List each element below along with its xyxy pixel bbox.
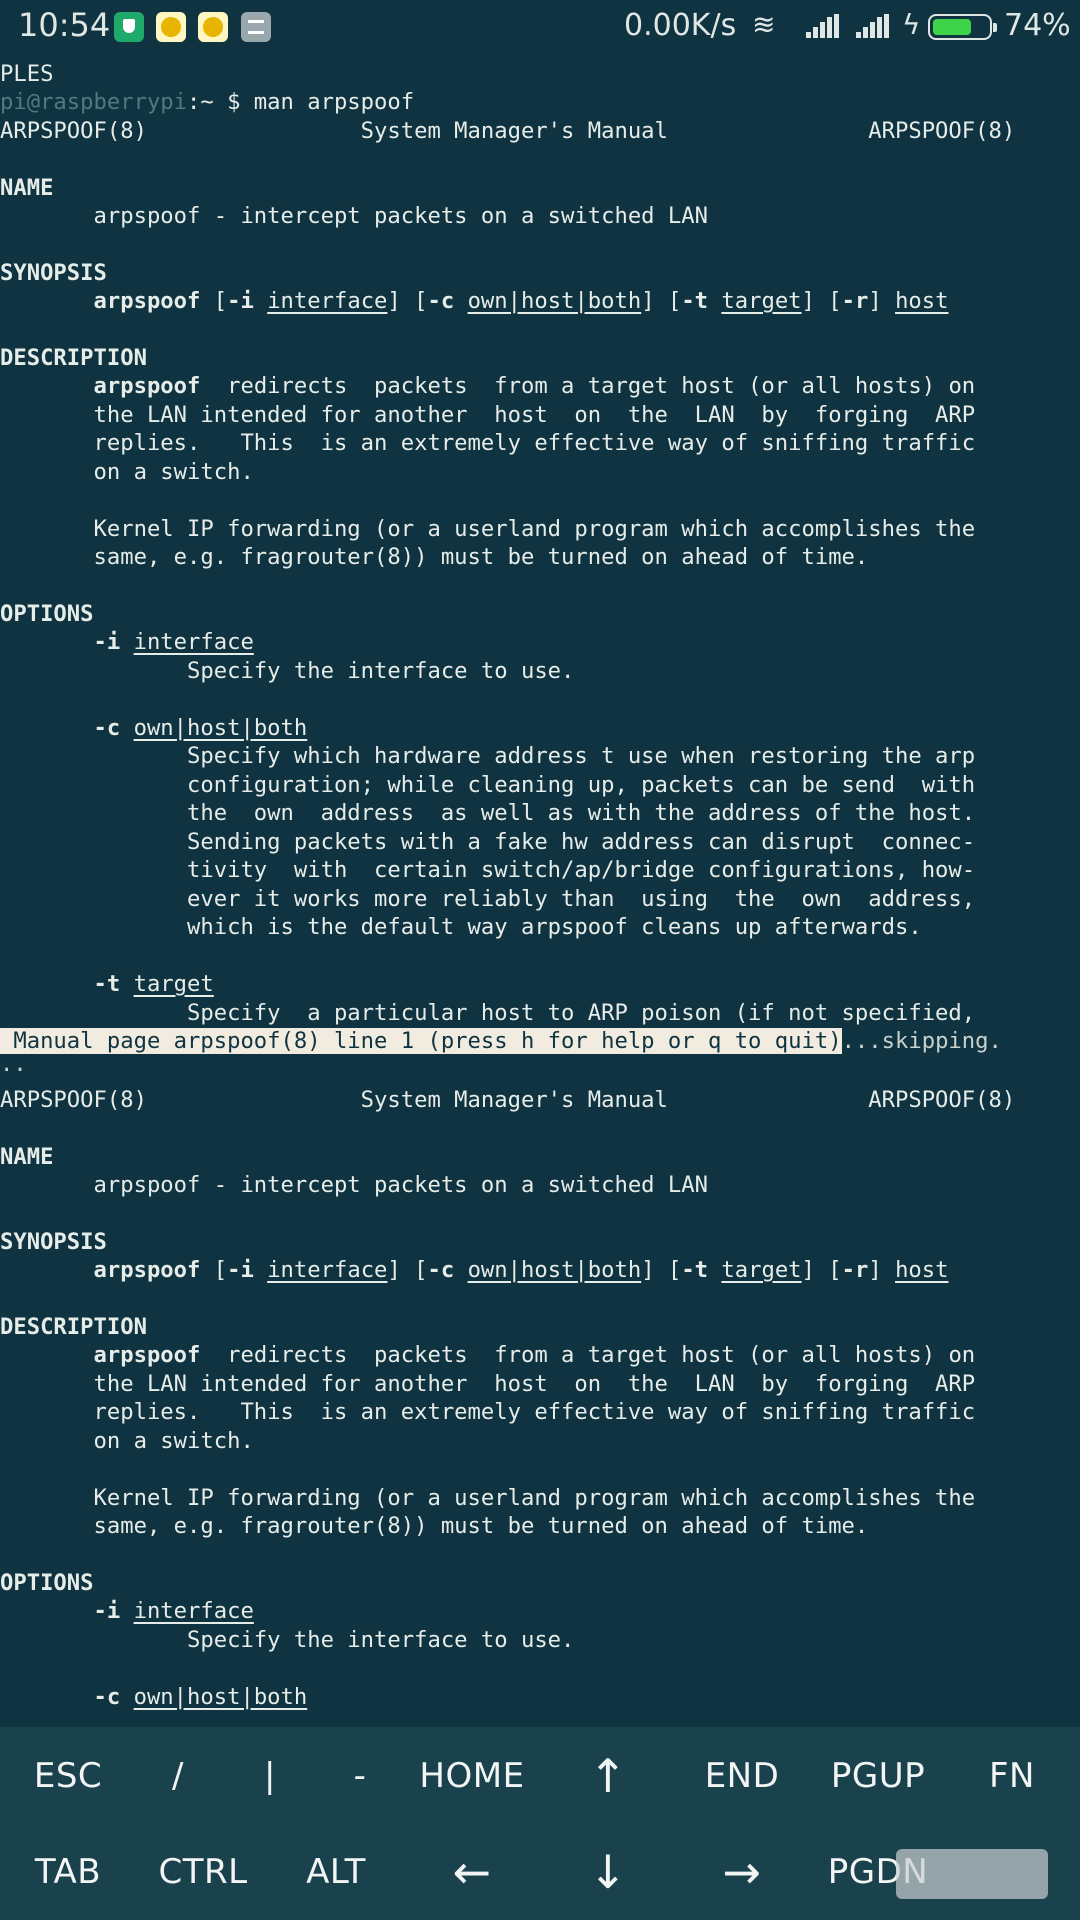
key-slash[interactable]: /	[128, 1741, 228, 1811]
battery-fill	[933, 19, 972, 35]
battery-percent: 74%	[1004, 8, 1071, 43]
option-c-description: the own address as well as with the addr…	[0, 800, 976, 826]
pager-status: Manual page arpspoof(8) line 1 (press h …	[0, 1027, 1002, 1055]
network-speed: 0.00K/s	[624, 8, 737, 43]
description-line: same, e.g. fragrouter(8)) must be turned…	[0, 544, 869, 570]
description-line: Kernel IP forwarding (or a userland prog…	[0, 516, 976, 542]
key-esc[interactable]: ESC	[18, 1741, 118, 1811]
description-line: on a switch.	[0, 459, 254, 485]
option-i-description: Specify the interface to use.	[0, 658, 575, 684]
battery-icon	[928, 14, 997, 40]
key-alt[interactable]: ALT	[286, 1837, 386, 1907]
option-i: -i interface	[93, 629, 254, 655]
key-left-arrow[interactable]: ←	[422, 1837, 522, 1907]
section-heading-name: NAME	[0, 1144, 54, 1170]
description-line: same, e.g. fragrouter(8)) must be turned…	[0, 1513, 869, 1539]
description-line: replies. This is an extremely effective …	[0, 430, 976, 456]
key-up-arrow[interactable]: ↑	[558, 1741, 658, 1811]
option-c-description: configuration; while cleaning up, packet…	[0, 772, 976, 798]
section-heading-description: DESCRIPTION	[0, 1314, 147, 1340]
description-line: replies. This is an extremely effective …	[0, 1399, 976, 1425]
shell-prompt: pi@raspberrypi:~ $ man arpspoof	[0, 88, 414, 116]
coin-icon	[156, 12, 186, 42]
pager-status-text: Manual page arpspoof(8) line 1 (press h …	[0, 1028, 842, 1054]
wifi-icon: ≋	[752, 8, 776, 41]
key-end[interactable]: END	[692, 1741, 792, 1811]
shield-icon	[114, 12, 144, 42]
terminal-view[interactable]: PLES pi@raspberrypi:~ $ man arpspoof ARP…	[0, 60, 1080, 1725]
key-fn[interactable]: FN	[962, 1741, 1062, 1811]
gallery-icon	[241, 12, 271, 42]
description-line: on a switch.	[0, 1428, 254, 1454]
watermark-overlay	[896, 1849, 1048, 1899]
coin-icon	[198, 12, 228, 42]
description-line: Kernel IP forwarding (or a userland prog…	[0, 1485, 976, 1511]
option-c-description: Sending packets with a fake hw address c…	[0, 829, 976, 855]
key-ctrl[interactable]: CTRL	[146, 1837, 260, 1907]
prompt-user: pi@raspberrypi	[0, 89, 188, 115]
signal-icon	[806, 14, 840, 38]
section-heading-description: DESCRIPTION	[0, 345, 147, 371]
skipping-text: ...skipping.	[841, 1028, 1002, 1054]
key-dash[interactable]: -	[310, 1741, 410, 1811]
option-c-description: ever it works more reliably than using t…	[0, 886, 976, 912]
signal-icon	[856, 14, 890, 38]
section-heading-options: OPTIONS	[0, 601, 94, 627]
charging-icon: ϟ	[902, 8, 921, 41]
clock: 10:54	[18, 6, 111, 44]
terminal-line: ..	[0, 1051, 27, 1077]
key-pgup[interactable]: PGUP	[818, 1741, 938, 1811]
synopsis-line: arpspoof [-i interface] [-c own|host|bot…	[93, 1257, 949, 1283]
description-line: the LAN intended for another host on the…	[0, 1371, 976, 1397]
description-line: arpspoof redirects packets from a target…	[93, 1342, 976, 1368]
prompt-command: :~ $ man arpspoof	[187, 89, 415, 115]
option-c-description: tivity with certain switch/ap/bridge con…	[0, 857, 976, 883]
option-c: -c own|host|both	[93, 715, 308, 741]
option-t-description: Specify a particular host to ARP poison …	[0, 1000, 976, 1026]
option-i: -i interface	[93, 1598, 254, 1624]
man-header: ARPSPOOF(8) System Manager's Manual ARPS…	[0, 118, 1016, 144]
terminal-line: PLES	[0, 61, 54, 87]
key-tab[interactable]: TAB	[18, 1837, 118, 1907]
status-bar: 10:54 0.00K/s ≋ ϟ 74%	[0, 0, 1080, 56]
option-c-description: which is the default way arpspoof cleans…	[0, 914, 922, 940]
description-line: arpspoof redirects packets from a target…	[93, 373, 976, 399]
man-header: ARPSPOOF(8) System Manager's Manual ARPS…	[0, 1087, 1016, 1113]
option-c: -c own|host|both	[93, 1684, 308, 1710]
description-line: the LAN intended for another host on the…	[0, 402, 976, 428]
extra-keys-bar: ESC / | - HOME ↑ END PGUP FN TAB CTRL AL…	[0, 1727, 1080, 1920]
section-heading-name: NAME	[0, 175, 54, 201]
section-heading-synopsis: SYNOPSIS	[0, 1229, 107, 1255]
key-home[interactable]: HOME	[412, 1741, 532, 1811]
key-pipe[interactable]: |	[220, 1741, 320, 1811]
section-heading-options: OPTIONS	[0, 1570, 94, 1596]
section-heading-synopsis: SYNOPSIS	[0, 260, 107, 286]
option-t: -t target	[93, 971, 214, 997]
name-text: arpspoof - intercept packets on a switch…	[0, 1172, 708, 1198]
option-i-description: Specify the interface to use.	[0, 1627, 575, 1653]
key-right-arrow[interactable]: →	[692, 1837, 792, 1907]
name-text: arpspoof - intercept packets on a switch…	[0, 203, 708, 229]
synopsis-line: arpspoof [-i interface] [-c own|host|bot…	[93, 288, 949, 314]
option-c-description: Specify which hardware address t use whe…	[0, 743, 976, 769]
key-down-arrow[interactable]: ↓	[558, 1837, 658, 1907]
